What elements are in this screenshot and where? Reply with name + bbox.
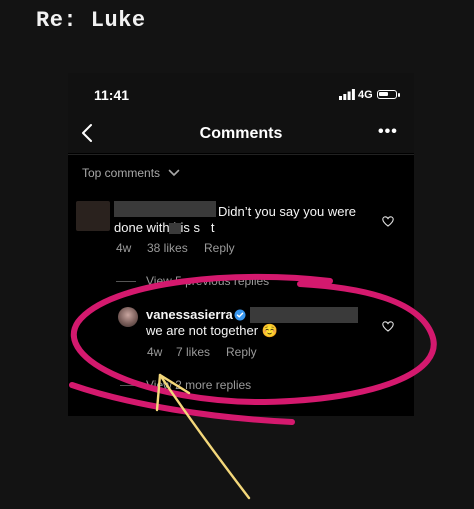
comment-age: 4w [116,241,132,255]
caption-title: Re: Luke [36,8,146,33]
comment-username[interactable]: vanessasierra [146,307,233,323]
comment-text: Didn’t you say you were [218,204,357,219]
page-title: Comments [199,125,283,142]
verified-badge-icon [234,309,246,321]
thread-line [116,281,136,282]
censor-bar [169,223,181,234]
more-options-icon[interactable]: ••• [378,123,398,141]
status-bar: 11:41 4G [68,73,414,117]
comment-text-line2: done with his s t [114,220,215,235]
chevron-down-icon[interactable] [168,169,180,177]
comment-age: 4w [147,345,163,359]
reply-button[interactable]: Reply [226,345,257,359]
phone-screenshot: 11:41 4G Comments ••• Top comments Didn’… [68,73,414,416]
header-divider [68,154,414,155]
network-label: 4G [358,89,373,101]
redacted-mention [250,307,358,323]
likes-count[interactable]: 38 likes [147,241,188,255]
status-time: 11:41 [94,87,130,103]
battery-icon [377,90,397,99]
avatar[interactable] [76,201,110,231]
likes-count[interactable]: 7 likes [176,345,210,359]
view-previous-replies-button[interactable]: View 5 previous replies [146,274,269,288]
battery-tip [398,93,400,97]
thread-line [120,385,140,386]
heart-icon[interactable] [382,216,394,227]
avatar[interactable] [118,307,138,327]
redacted-username [114,201,216,217]
top-comments-toggle[interactable]: Top comments [82,166,160,180]
reply-button[interactable]: Reply [204,241,235,255]
comment-text: we are not together ☺️ [146,323,278,338]
heart-icon[interactable] [382,321,394,332]
comments-header: Comments ••• [68,117,414,153]
signal-icon [339,89,355,100]
view-more-replies-button[interactable]: View 2 more replies [146,378,251,392]
